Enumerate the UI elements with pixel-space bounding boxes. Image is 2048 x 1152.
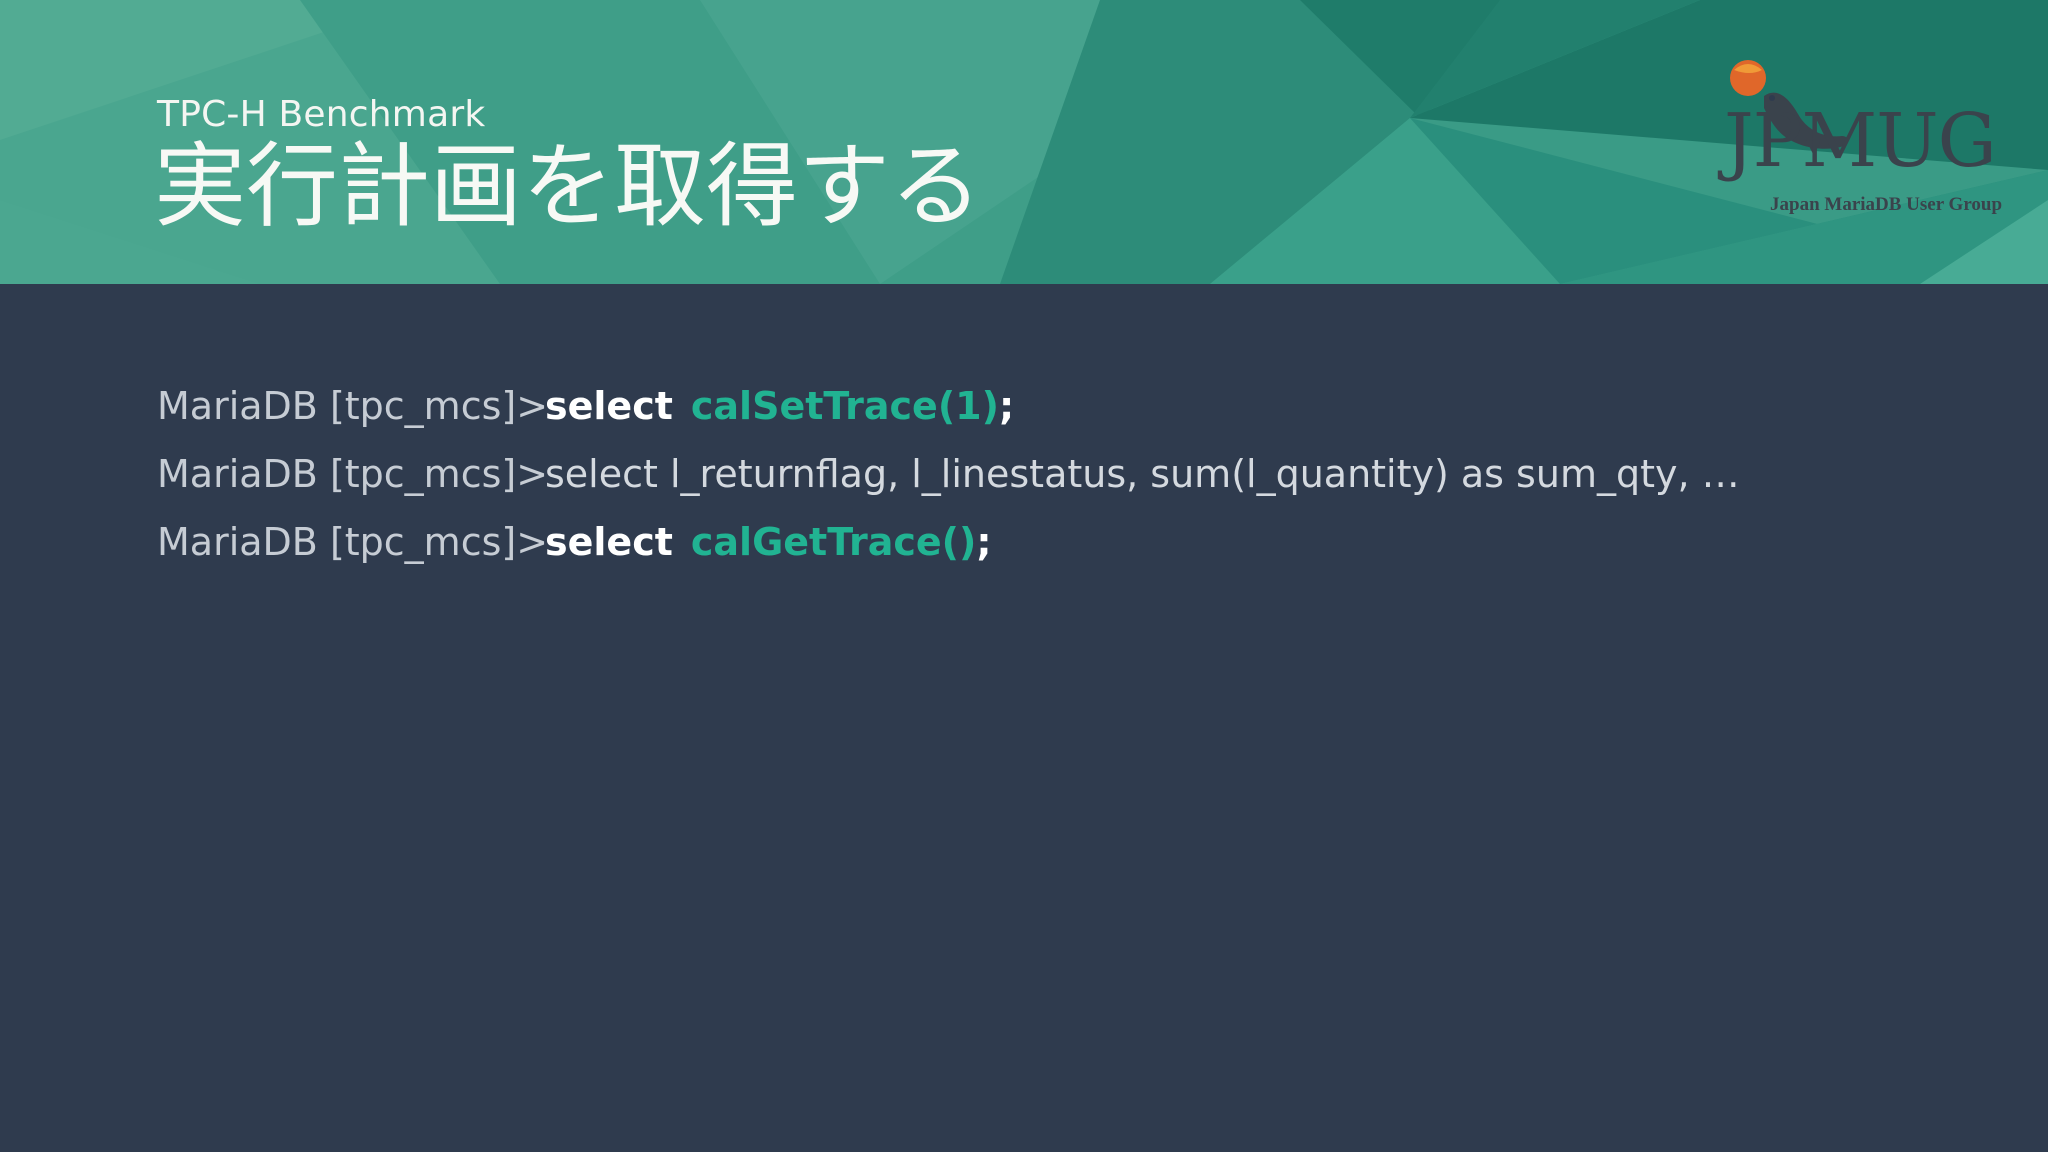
logo-wordmark: JPMUG — [1724, 98, 1997, 184]
header-banner: TPC-H Benchmark 実行計画を取得する JPMUG Japan Ma… — [0, 0, 2048, 284]
jpmug-logo: JPMUG Japan MariaDB User Group — [1720, 56, 2010, 231]
slide: TPC-H Benchmark 実行計画を取得する JPMUG Japan Ma… — [0, 0, 2048, 1152]
console-line: MariaDB [tpc_mcs]>select l_returnflag, l… — [157, 440, 1957, 508]
logo-tagline: Japan MariaDB User Group — [1770, 194, 2003, 215]
sql-prompt: MariaDB [tpc_mcs]> — [157, 452, 549, 496]
sql-function: calSetTrace(1) — [690, 384, 999, 428]
slide-title: 実行計画を取得する — [154, 133, 983, 240]
sql-function: calGetTrace() — [690, 520, 977, 564]
sql-query-text: select l_returnflag, l_linestatus, sum(l… — [545, 452, 1740, 496]
console-line: MariaDB [tpc_mcs]>select calGetTrace(); — [157, 508, 1957, 576]
sql-keyword: select — [545, 520, 673, 564]
sql-terminator: ; — [976, 520, 992, 564]
slide-subtitle: TPC-H Benchmark — [157, 94, 486, 135]
sql-terminator: ; — [999, 384, 1015, 428]
sql-keyword: select — [545, 384, 673, 428]
sql-prompt: MariaDB [tpc_mcs]> — [157, 520, 549, 564]
console-output: MariaDB [tpc_mcs]>select calSetTrace(1); … — [157, 372, 1957, 576]
console-line: MariaDB [tpc_mcs]>select calSetTrace(1); — [157, 372, 1957, 440]
sql-prompt: MariaDB [tpc_mcs]> — [157, 384, 549, 428]
